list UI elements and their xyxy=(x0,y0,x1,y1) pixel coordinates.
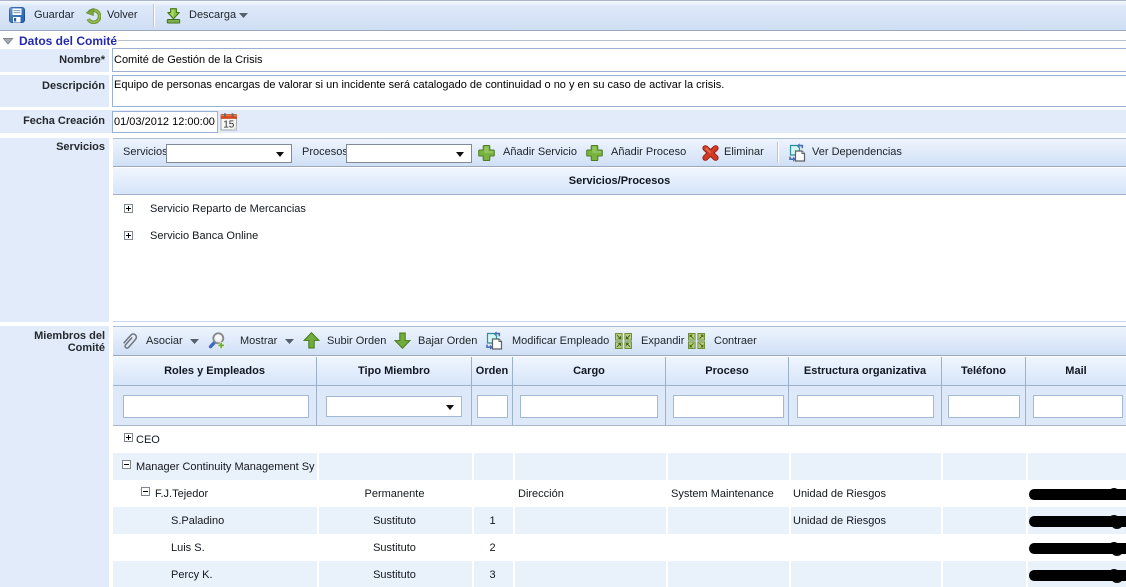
svg-text:15: 15 xyxy=(223,120,235,131)
